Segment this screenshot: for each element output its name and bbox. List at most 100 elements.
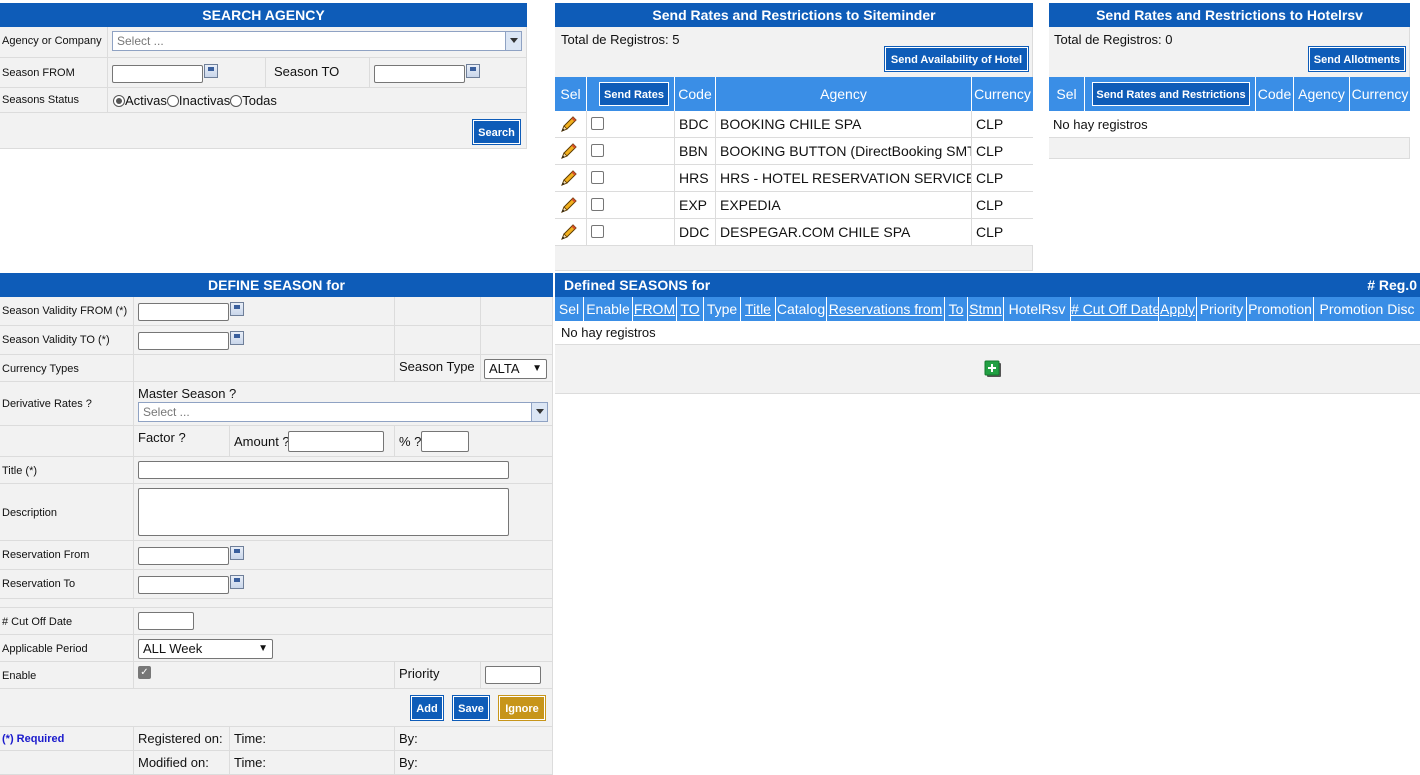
master-season-select[interactable]: Select ... — [138, 402, 548, 422]
modified-cell: Modified on: — [134, 751, 230, 775]
season-to-input[interactable] — [374, 65, 465, 83]
validity-from-input[interactable] — [138, 303, 229, 321]
factor-label: Factor ? — [138, 430, 186, 445]
season-type-select[interactable]: ALTA ▼ — [484, 359, 547, 379]
modified-by-cell: By: — [395, 751, 553, 775]
calendar-icon[interactable] — [204, 64, 218, 78]
send-rates-checkbox[interactable] — [591, 144, 604, 157]
col-code: Code — [675, 77, 716, 111]
title-input[interactable] — [138, 461, 509, 479]
code-cell: HRS — [675, 165, 716, 192]
pencil-icon[interactable] — [558, 195, 578, 215]
pencil-icon[interactable] — [558, 222, 578, 242]
validity-to-label: Season Validity TO (*) — [2, 334, 110, 346]
status-radio-activas[interactable] — [113, 95, 125, 107]
season-col-type: Type — [704, 297, 741, 321]
pencil-icon[interactable] — [558, 168, 578, 188]
col-sel: Sel — [1049, 77, 1085, 111]
add-season-icon[interactable] — [984, 360, 1002, 378]
hotelrsv-panel: Send Rates and Restrictions to Hotelrsv … — [1049, 3, 1410, 159]
send-rates-button[interactable]: Send Rates — [599, 82, 669, 106]
priority-input[interactable] — [485, 666, 541, 684]
reservation-to-input[interactable] — [138, 576, 229, 594]
season-type-cell: ALTA ▼ — [481, 355, 553, 382]
season-from-cell — [108, 58, 266, 88]
season-col-to[interactable]: To — [945, 297, 968, 321]
send-rates-restrictions-button[interactable]: Send Rates and Restrictions — [1092, 82, 1250, 106]
season-col-reservations-from[interactable]: Reservations from — [827, 297, 945, 321]
percent-input[interactable] — [421, 431, 469, 452]
cutoff-input[interactable] — [138, 612, 194, 630]
agency-label-cell: Agency or Company — [0, 27, 108, 58]
send-rates-checkbox[interactable] — [591, 225, 604, 238]
hotelrsv-title: Send Rates and Restrictions to Hotelrsv — [1049, 3, 1410, 27]
empty-cell — [481, 297, 553, 326]
description-textarea[interactable] — [138, 488, 509, 536]
agency-cell: BOOKING BUTTON (DirectBooking SMTN) — [716, 138, 972, 165]
season-col-to[interactable]: TO — [677, 297, 704, 321]
season-col-stmn[interactable]: Stmn — [968, 297, 1004, 321]
pencil-icon[interactable] — [558, 141, 578, 161]
percent-cell: % ? — [395, 426, 553, 457]
season-col-from[interactable]: FROM — [633, 297, 677, 321]
currency-cell: CLP — [972, 165, 1033, 192]
agency-cell: HRS - HOTEL RESERVATION SERVICE — [716, 165, 972, 192]
reservation-from-label: Reservation From — [2, 549, 90, 561]
agency-select-value: Select ... — [117, 34, 164, 48]
ignore-button[interactable]: Ignore — [498, 695, 546, 721]
season-to-label-cell: Season TO — [266, 58, 370, 88]
season-col-title[interactable]: Title — [741, 297, 776, 321]
status-option-label: Inactivas — [178, 93, 231, 108]
defined-seasons-header: Defined SEASONS for # Reg.0 — [555, 273, 1420, 297]
send-availability-button[interactable]: Send Availability of Hotel — [884, 46, 1029, 72]
col-currency: Currency — [972, 77, 1033, 111]
status-radio-cell: Activas Inactivas Todas — [108, 88, 527, 113]
chevron-down-icon: ▼ — [532, 363, 542, 374]
applicable-label-cell: Applicable Period — [0, 635, 134, 662]
reservation-from-cell — [134, 541, 553, 570]
cutoff-cell — [134, 608, 553, 635]
validity-to-cell — [134, 326, 395, 355]
agency-label: Agency or Company — [2, 35, 102, 47]
add-button[interactable]: Add — [410, 695, 444, 721]
defined-seasons-panel: Defined SEASONS for # Reg.0 Sel Enable FRO… — [555, 273, 1420, 394]
pencil-icon[interactable] — [558, 114, 578, 134]
applicable-period-select[interactable]: ALL Week ▼ — [138, 639, 273, 659]
calendar-icon[interactable] — [230, 575, 244, 589]
save-button[interactable]: Save — [452, 695, 490, 721]
reservation-from-input[interactable] — [138, 547, 229, 565]
code-cell: BBN — [675, 138, 716, 165]
calendar-icon[interactable] — [466, 64, 480, 78]
send-rates-checkbox[interactable] — [591, 171, 604, 184]
agency-cell: EXPEDIA — [716, 192, 972, 219]
col-code: Code — [1256, 77, 1294, 111]
season-col-apply[interactable]: Apply — [1159, 297, 1197, 321]
validity-to-input[interactable] — [138, 332, 229, 350]
search-button[interactable]: Search — [472, 119, 521, 145]
chevron-down-icon — [505, 32, 521, 50]
season-to-cell — [370, 58, 527, 88]
reservation-to-label: Reservation To — [2, 578, 76, 590]
calendar-icon[interactable] — [230, 331, 244, 345]
validity-from-cell — [134, 297, 395, 326]
send-rates-checkbox[interactable] — [591, 198, 604, 211]
send-allotments-button[interactable]: Send Allotments — [1308, 46, 1406, 72]
season-from-input[interactable] — [112, 65, 203, 83]
status-radio-todas[interactable] — [230, 95, 243, 107]
search-button-row: Search — [0, 113, 527, 149]
defined-seasons-reg: # Reg.0 — [1367, 277, 1417, 293]
enable-checkbox[interactable]: ✓ — [138, 666, 151, 679]
currency-types-label-cell: Currency Types — [0, 355, 134, 382]
agency-select[interactable]: Select ... — [112, 31, 522, 51]
season-col-hotelrsv: HotelRsv — [1004, 297, 1071, 321]
amount-input[interactable] — [288, 431, 384, 452]
define-season-panel: DEFINE SEASON for Season Validity FROM (… — [0, 273, 553, 775]
calendar-icon[interactable] — [230, 546, 244, 560]
registered-label: Registered on: — [138, 731, 223, 746]
applicable-period-value: ALL Week — [143, 641, 203, 656]
status-radio-inactivas[interactable] — [166, 95, 179, 107]
currency-cell: CLP — [972, 138, 1033, 165]
calendar-icon[interactable] — [230, 302, 244, 316]
season-col-cut-off-date[interactable]: # Cut Off Date — [1071, 297, 1159, 321]
send-rates-checkbox[interactable] — [591, 117, 604, 130]
